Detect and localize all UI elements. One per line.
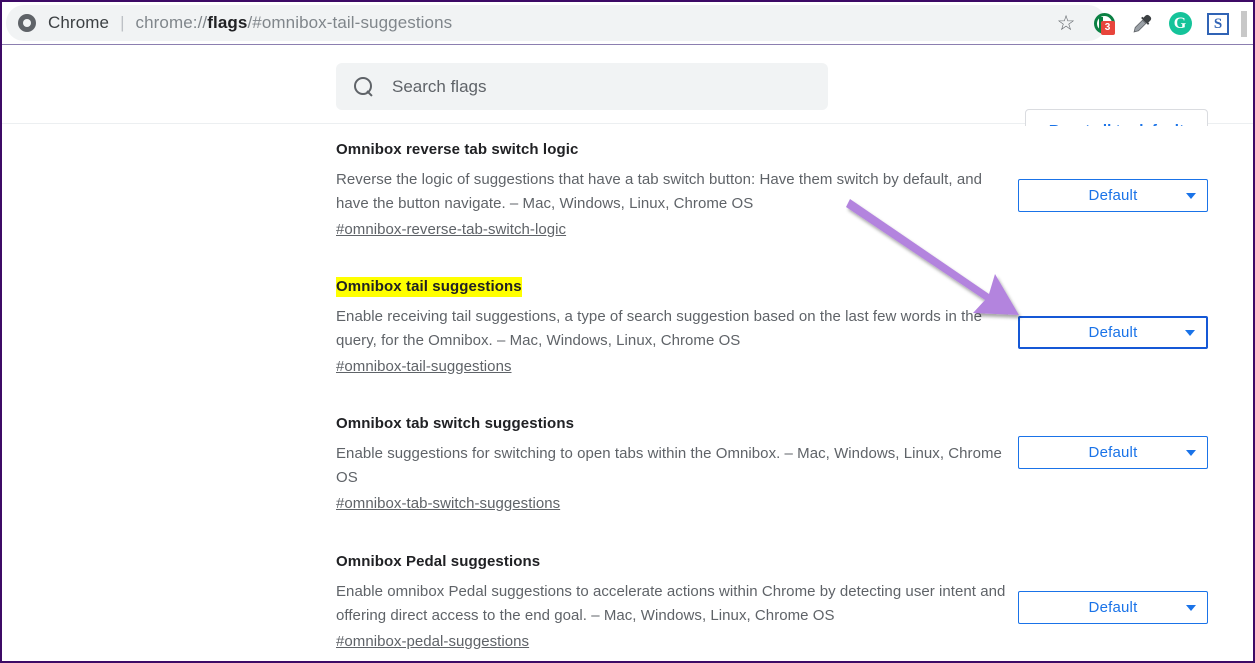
url-host: flags <box>207 13 248 32</box>
flag-title: Omnibox tail suggestions <box>336 277 522 297</box>
flag-select-omnibox-pedal-suggestions[interactable]: Default <box>1018 591 1208 624</box>
adblock-count-badge: 3 <box>1100 21 1115 35</box>
url-path: /#omnibox-tail-suggestions <box>247 13 453 32</box>
flags-header: Reset all to default <box>2 45 1253 151</box>
browser-toolbar: Chrome | chrome://flags/#omnibox-tail-su… <box>2 2 1253 45</box>
flags-list: Default Omnibox reverse tab switch logic… <box>2 126 1253 661</box>
flag-select-value: Default <box>1088 324 1138 341</box>
flag-description: Enable receiving tail suggestions, a typ… <box>336 308 983 349</box>
flag-row: Default Omnibox tail suggestions Enable … <box>336 277 1208 376</box>
flag-hash-link[interactable]: #omnibox-pedal-suggestions <box>336 633 529 650</box>
chevron-down-icon <box>1185 329 1195 336</box>
chevron-down-icon <box>1186 449 1196 456</box>
address-bar[interactable]: Chrome | chrome://flags/#omnibox-tail-su… <box>6 5 1106 41</box>
browser-window: Chrome | chrome://flags/#omnibox-tail-su… <box>0 0 1255 663</box>
bookmark-star-button[interactable]: ☆ <box>1051 9 1081 39</box>
flag-row: Default Omnibox tab switch suggestions E… <box>336 414 1208 513</box>
flag-select-omnibox-tail-suggestions[interactable]: Default <box>1018 316 1208 349</box>
flag-row: Default Omnibox reverse tab switch logic… <box>336 140 1208 239</box>
flag-description: Enable omnibox Pedal suggestions to acce… <box>336 583 1006 624</box>
grammarly-icon: G <box>1168 12 1192 35</box>
flag-select-omnibox-reverse-tab-switch-logic[interactable]: Default <box>1018 179 1208 212</box>
search-flags-container[interactable] <box>336 63 828 110</box>
search-icon <box>354 76 374 97</box>
flag-hash-link[interactable]: #omnibox-reverse-tab-switch-logic <box>336 221 566 238</box>
omnibox-url: chrome://flags/#omnibox-tail-suggestions <box>136 13 453 33</box>
omnibox-separator: | <box>120 13 125 32</box>
flag-select-value: Default <box>1088 444 1138 461</box>
chevron-down-icon <box>1186 192 1196 199</box>
flag-text-block: Omnibox Pedal suggestions Enable omnibox… <box>336 552 1006 651</box>
s-extension-icon: S <box>1207 12 1229 35</box>
flag-select-value: Default <box>1088 599 1138 616</box>
toolbar-overflow-edge[interactable] <box>1241 10 1247 37</box>
flag-title: Omnibox reverse tab switch logic <box>336 141 579 158</box>
star-icon: ☆ <box>1056 12 1076 35</box>
flag-description: Enable suggestions for switching to open… <box>336 445 1002 486</box>
flag-text-block: Omnibox tab switch suggestions Enable su… <box>336 414 1006 513</box>
eyedropper-extension-button[interactable] <box>1127 9 1157 39</box>
flag-text-block: Omnibox tail suggestions Enable receivin… <box>336 277 1006 376</box>
flag-select-value: Default <box>1088 187 1138 204</box>
flag-text-block: Omnibox reverse tab switch logic Reverse… <box>336 140 1006 239</box>
chevron-down-icon <box>1186 604 1196 611</box>
flag-title: Omnibox tab switch suggestions <box>336 415 575 432</box>
search-input[interactable] <box>392 76 812 97</box>
flag-hash-link[interactable]: #omnibox-tail-suggestions <box>336 358 512 375</box>
adblock-icon: 3 <box>1093 13 1115 35</box>
flag-title: Omnibox Pedal suggestions <box>336 553 541 570</box>
eyedropper-icon <box>1133 14 1152 32</box>
grammarly-extension-button[interactable]: G <box>1165 9 1195 39</box>
url-scheme: chrome:// <box>135 13 208 32</box>
adblock-extension-button[interactable]: 3 <box>1089 9 1119 39</box>
toolbar-actions: ☆ 3 G S <box>1051 2 1251 45</box>
flag-hash-link[interactable]: #omnibox-tab-switch-suggestions <box>336 495 560 512</box>
flag-select-omnibox-tab-switch-suggestions[interactable]: Default <box>1018 436 1208 469</box>
flag-description: Reverse the logic of suggestions that ha… <box>336 171 982 212</box>
s-extension-button[interactable]: S <box>1203 9 1233 39</box>
flag-row: Default Omnibox Pedal suggestions Enable… <box>336 552 1208 651</box>
omnibox-brand-label: Chrome <box>48 13 110 32</box>
chrome-logo-icon <box>18 14 36 32</box>
